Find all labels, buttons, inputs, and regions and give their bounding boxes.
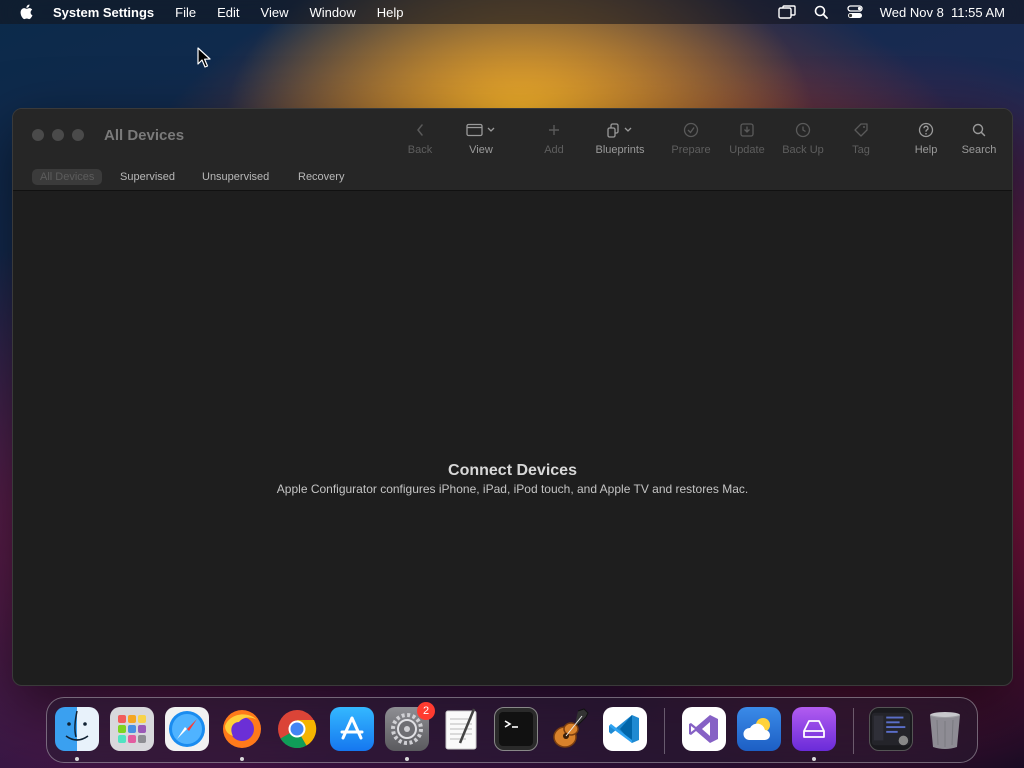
add-label: Add: [544, 144, 564, 156]
textedit-icon[interactable]: [440, 707, 484, 751]
menu-help[interactable]: Help: [377, 5, 404, 20]
dock-separator: [664, 708, 665, 754]
tab-all-devices[interactable]: All Devices: [32, 169, 103, 185]
tag-icon: [853, 121, 869, 139]
garageband-icon[interactable]: [548, 707, 592, 751]
menu-edit[interactable]: Edit: [217, 5, 239, 20]
back-up-label: Back Up: [782, 144, 824, 156]
menu-file[interactable]: File: [175, 5, 196, 20]
window-controls: [32, 129, 84, 141]
dock-separator: [853, 708, 854, 754]
back-label: Back: [407, 144, 433, 156]
help-icon: [918, 121, 934, 139]
vscode-icon[interactable]: [603, 707, 647, 751]
apple-configurator-running-indicator: [812, 757, 816, 761]
blueprints-label: Blueprints: [595, 144, 645, 156]
firefox-running-indicator: [240, 757, 244, 761]
launchpad-icon[interactable]: [110, 707, 154, 751]
terminal-icon[interactable]: [494, 707, 538, 751]
view-button[interactable]: View: [462, 121, 500, 161]
dock: 2: [46, 697, 978, 763]
help-label: Help: [914, 144, 938, 156]
menu-window[interactable]: Window: [309, 5, 355, 20]
close-window-button[interactable]: [32, 129, 44, 141]
blueprints-icon: [605, 121, 635, 139]
zoom-window-button[interactable]: [72, 129, 84, 141]
view-icon: [466, 121, 496, 139]
system-settings-running-indicator: [405, 757, 409, 761]
tab-supervised[interactable]: Supervised: [120, 169, 175, 185]
prepare-button[interactable]: Prepare: [670, 121, 712, 161]
back-up-button[interactable]: Back Up: [780, 121, 826, 161]
apple-configurator-window: All Devices Back View Add Blueprints Pre…: [12, 108, 1013, 686]
menubar-clock[interactable]: Wed Nov 8 11:55 AM: [880, 5, 1005, 20]
update-icon: [739, 121, 755, 139]
chrome-icon[interactable]: [275, 707, 319, 751]
system-settings-icon[interactable]: 2: [385, 702, 435, 751]
plus-icon: [548, 121, 560, 139]
help-button[interactable]: Help: [913, 121, 939, 161]
downloads-stack-icon[interactable]: [869, 707, 913, 751]
weather-icon[interactable]: [737, 707, 781, 751]
spotlight-search-icon[interactable]: [812, 4, 830, 20]
window-toolbar: All Devices Back View Add Blueprints Pre…: [13, 109, 1012, 163]
prepare-label: Prepare: [671, 144, 711, 156]
update-label: Update: [729, 144, 765, 156]
add-button[interactable]: Add: [542, 121, 566, 161]
view-label: View: [469, 144, 493, 156]
back-button[interactable]: Back: [408, 121, 432, 161]
safari-icon[interactable]: [165, 707, 209, 751]
search-label: Search: [961, 144, 997, 156]
app-store-icon[interactable]: [330, 707, 374, 751]
empty-state-subtitle: Apple Configurator configures iPhone, iP…: [276, 482, 749, 496]
tab-recovery[interactable]: Recovery: [298, 169, 344, 185]
apple-menu-icon[interactable]: [19, 4, 33, 20]
visual-studio-icon[interactable]: [682, 707, 726, 751]
apple-configurator-icon[interactable]: [792, 707, 836, 751]
tag-label: Tag: [852, 144, 870, 156]
prepare-icon: [683, 121, 699, 139]
firefox-icon[interactable]: [220, 707, 264, 751]
minimize-window-button[interactable]: [52, 129, 64, 141]
blueprints-button[interactable]: Blueprints: [592, 121, 648, 161]
chevron-left-icon: [415, 121, 425, 139]
trash-icon[interactable]: [923, 707, 967, 751]
empty-state-title: Connect Devices: [448, 462, 577, 479]
menu-bar: System Settings File Edit View Window He…: [0, 0, 1024, 24]
search-button[interactable]: Search: [960, 121, 998, 161]
tag-button[interactable]: Tag: [849, 121, 873, 161]
search-icon: [972, 121, 986, 139]
control-center-icon[interactable]: [846, 4, 864, 20]
finder-icon[interactable]: [55, 707, 99, 751]
finder-running-indicator: [75, 757, 79, 761]
mouse-pointer-icon: [197, 47, 211, 74]
window-title: All Devices: [104, 127, 185, 144]
menu-app-name[interactable]: System Settings: [53, 5, 154, 20]
tab-unsupervised[interactable]: Unsupervised: [202, 169, 269, 185]
update-button[interactable]: Update: [727, 121, 767, 161]
screen-mirroring-icon[interactable]: [778, 4, 796, 20]
scope-tab-bar: All Devices Supervised Unsupervised Reco…: [13, 163, 1012, 191]
notification-badge: 2: [417, 702, 435, 720]
menu-view[interactable]: View: [261, 5, 289, 20]
backup-icon: [795, 121, 811, 139]
